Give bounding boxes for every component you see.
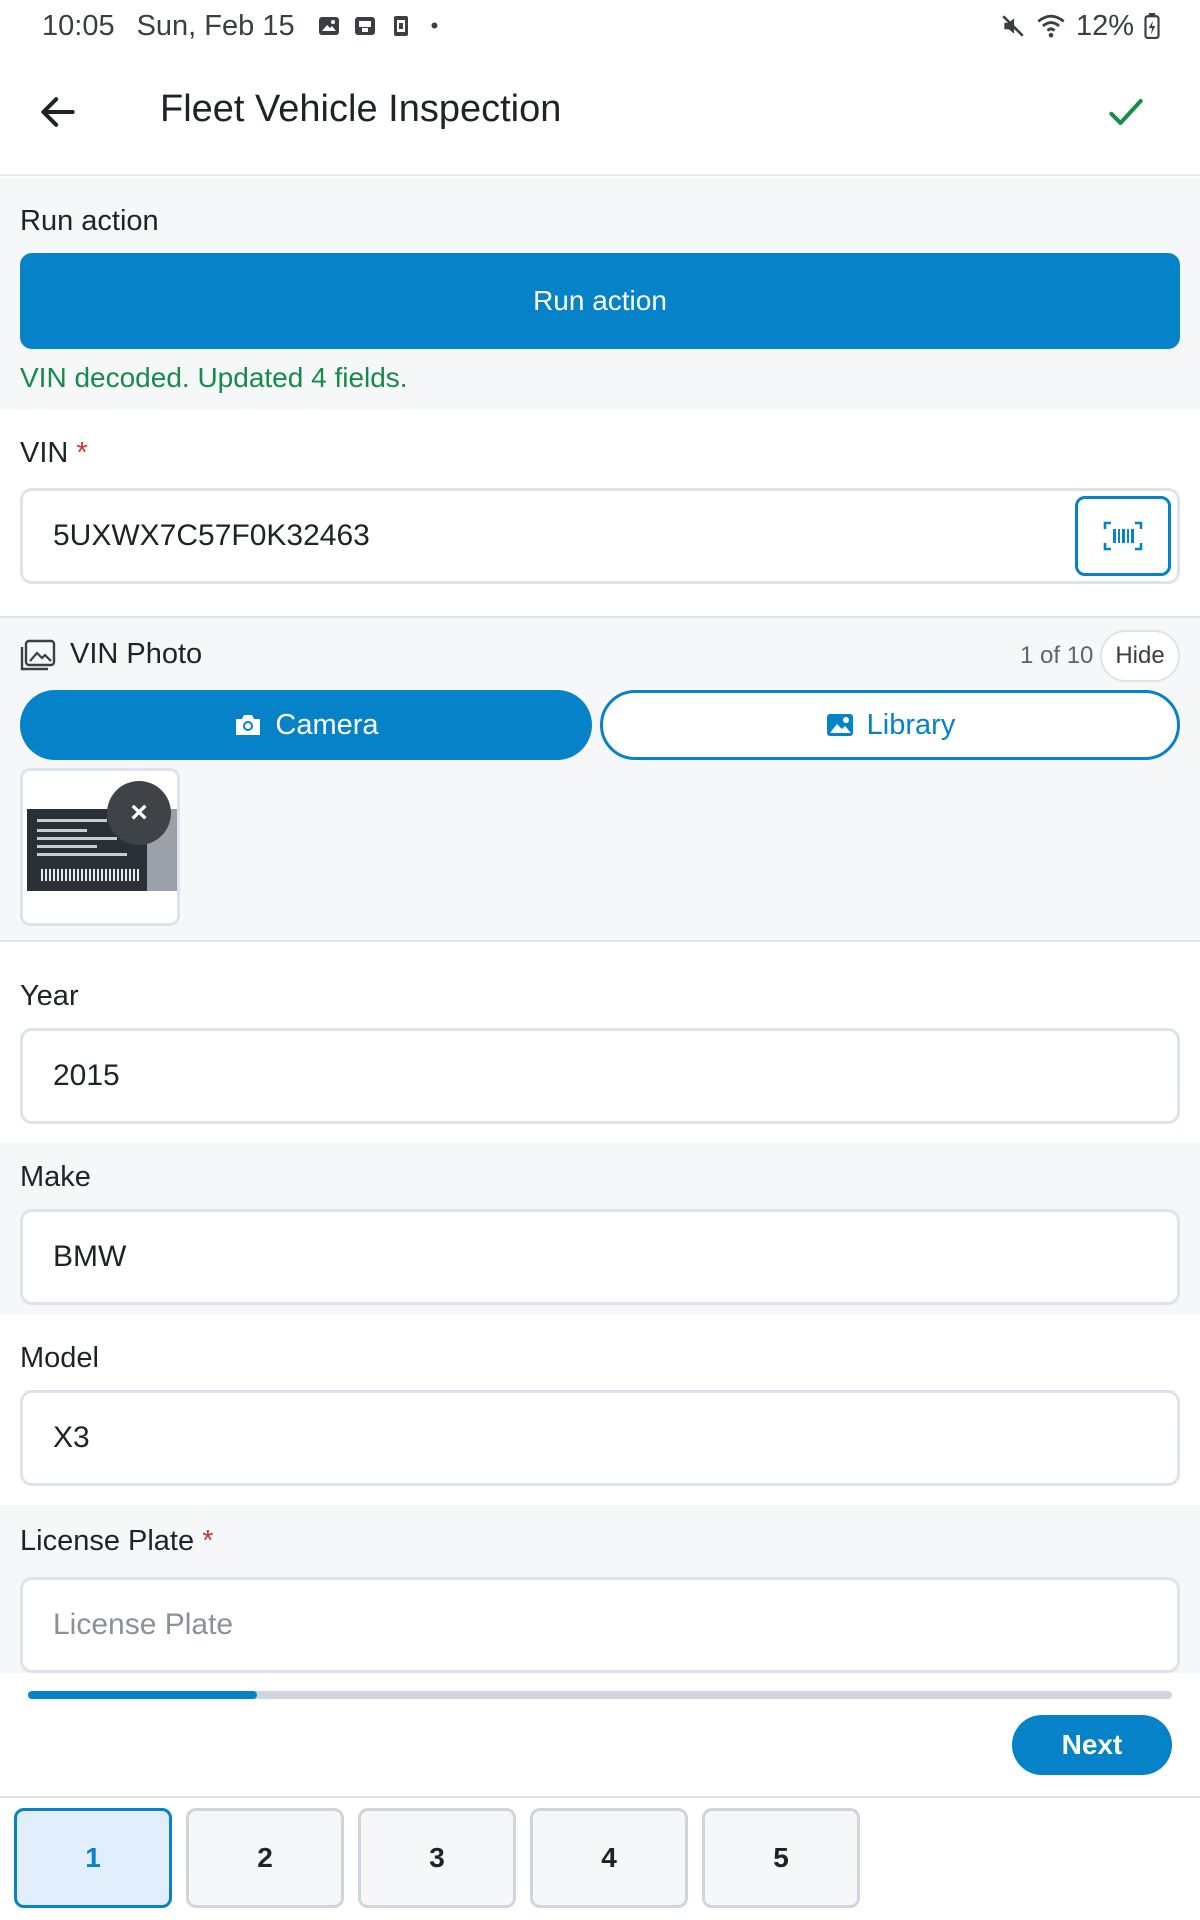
next-button[interactable]: Next [1012,1715,1172,1775]
app-notification-icon [354,17,375,35]
run-action-button-label: Run action [533,285,667,316]
license-plate-value: License Plate [53,1608,234,1641]
year-label: Year [20,980,79,1012]
close-icon: × [130,796,148,829]
model-field[interactable]: X3 [20,1390,1180,1486]
mute-icon [1002,15,1024,37]
library-button[interactable]: Library [600,690,1180,760]
vin-field[interactable]: 5UXWX7C57F0K32463 [20,488,1180,584]
year-field[interactable]: 2015 [20,1028,1180,1124]
run-action-button[interactable]: Run action [20,253,1180,349]
remove-photo-button[interactable]: × [107,781,171,845]
run-action-label: Run action [20,205,159,237]
page-button-3[interactable]: 3 [358,1808,516,1908]
camera-icon [236,715,261,735]
submit-check-icon[interactable] [1104,90,1148,134]
wifi-icon [1037,14,1065,38]
make-label: Make [20,1161,91,1193]
library-label: Library [866,708,956,741]
app-bar: Fleet Vehicle Inspection [0,52,1200,176]
battery-icon [1144,13,1160,39]
vin-photo-header: VIN Photo [20,638,202,671]
license-plate-label: License Plate * [20,1525,213,1558]
model-label: Model [20,1342,99,1374]
hide-photos-button[interactable]: Hide [1100,630,1180,682]
license-plate-field[interactable]: License Plate [20,1577,1180,1673]
page-button-4[interactable]: 4 [530,1808,688,1908]
make-field[interactable]: BMW [20,1209,1180,1305]
required-mark: * [76,437,88,469]
status-date: Sun, Feb 15 [136,9,295,42]
status-time: 10:05 [42,9,115,42]
page-navigator: 12345 [0,1796,1200,1920]
photo-gallery-icon [20,639,56,670]
vin-photo-thumbnail[interactable]: × [20,768,180,926]
page-title: Fleet Vehicle Inspection [160,88,562,130]
model-value: X3 [53,1421,90,1454]
back-arrow-icon[interactable] [36,90,80,134]
status-bar: 10:05 Sun, Feb 15 • 12% [0,0,1200,52]
vin-photo-label: VIN Photo [70,638,203,670]
page-button-1[interactable]: 1 [14,1808,172,1908]
device-notification-icon [393,16,408,36]
more-notifications-dot: • [430,13,439,38]
image-notification-icon [318,17,339,35]
barcode-icon [1103,521,1143,551]
hide-label: Hide [1115,642,1165,669]
year-value: 2015 [53,1059,120,1092]
camera-label: Camera [275,708,379,741]
vin-label-text: VIN [20,437,69,469]
vin-value: 5UXWX7C57F0K32463 [53,519,370,552]
form-progress-fill [28,1691,257,1699]
battery-percent: 12% [1075,9,1134,42]
photo-counter: 1 of 10 [1020,642,1094,669]
make-value: BMW [53,1240,127,1273]
required-mark: * [202,1525,214,1557]
barcode-scan-button[interactable] [1075,496,1171,576]
image-library-icon [826,714,853,736]
run-action-result: VIN decoded. Updated 4 fields. [20,362,408,393]
form-progress-bar [28,1691,1172,1699]
vin-label: VIN * [20,437,88,470]
license-plate-label-text: License Plate [20,1525,195,1557]
page-button-2[interactable]: 2 [186,1808,344,1908]
camera-button[interactable]: Camera [20,690,592,760]
next-label: Next [1061,1729,1123,1760]
page-button-5[interactable]: 5 [702,1808,860,1908]
